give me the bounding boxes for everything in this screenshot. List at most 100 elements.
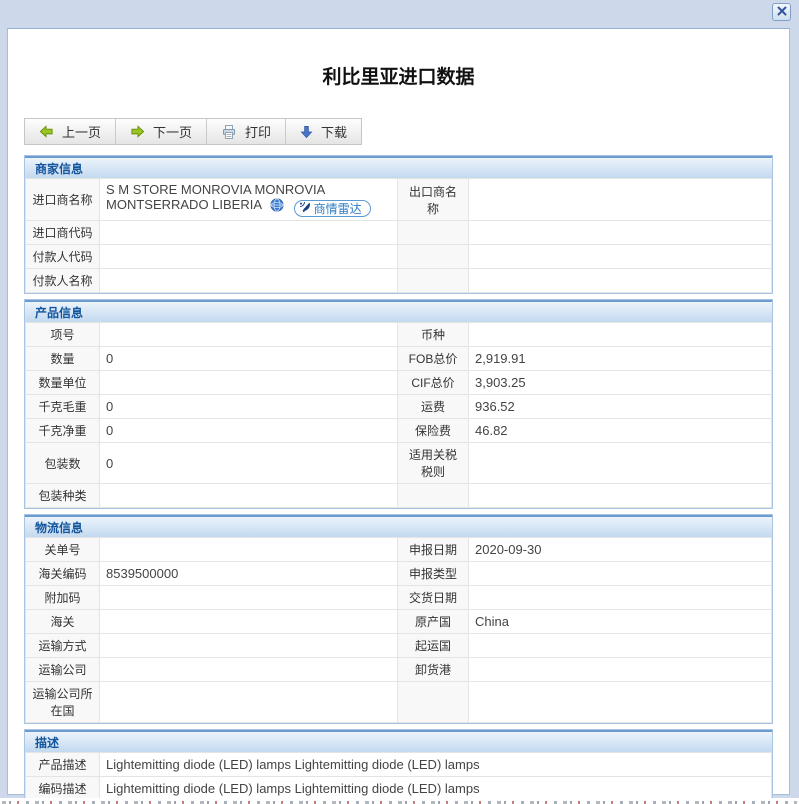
green-left-arrow-icon: [39, 124, 54, 139]
field-value: 0: [99, 394, 398, 419]
table-row: 进口商代码: [25, 220, 772, 245]
field-label: 起运国: [397, 633, 469, 658]
field-label: [397, 220, 469, 245]
toolbar: 上一页 下一页 打印 下载: [24, 118, 363, 145]
description-section-title: 描述: [35, 736, 60, 750]
field-value: [468, 633, 772, 658]
prev-page-button[interactable]: 上一页: [25, 119, 117, 144]
section-logistics: 物流信息 关单号 申报日期 2020-09-30 海关编码 8539500000…: [24, 514, 773, 724]
field-value: Lightemitting diode (LED) lamps Lightemi…: [99, 776, 772, 801]
importer-name-cell: S M STORE MONROVIA MONROVIA MONTSERRADO …: [99, 178, 398, 221]
radar-badge[interactable]: 商情雷达: [293, 200, 371, 217]
field-label: 运输公司所在国: [25, 681, 100, 723]
field-label: 付款人代码: [25, 244, 100, 269]
product-section-title: 产品信息: [35, 306, 84, 320]
blue-down-arrow-icon: [300, 125, 313, 139]
table-row: 产品描述 Lightemitting diode (LED) lamps Lig…: [25, 752, 772, 777]
field-value: 0: [99, 418, 398, 443]
field-label: 进口商代码: [25, 220, 100, 245]
field-label: 出口商名称: [397, 178, 469, 221]
importer-name: S M STORE MONROVIA MONROVIA MONTSERRADO …: [106, 182, 325, 212]
table-row: 数量单位 CIF总价 3,903.25: [25, 370, 772, 395]
next-page-button[interactable]: 下一页: [116, 119, 208, 144]
table-row: 千克毛重 0 运费 936.52: [25, 394, 772, 419]
field-label: 海关: [25, 609, 100, 634]
table-row: 海关 原产国 China: [25, 609, 772, 634]
radar-badge-label: 商情雷达: [313, 202, 362, 216]
merchant-section-header: 商家信息: [25, 156, 772, 178]
prev-page-label: 上一页: [62, 125, 102, 140]
table-row: 付款人代码: [25, 244, 772, 269]
description-section-header: 描述: [25, 730, 772, 752]
field-value: [99, 322, 398, 347]
field-label: [397, 681, 469, 723]
field-label: 包装数: [25, 442, 100, 484]
table-row: 数量 0 FOB总价 2,919.91: [25, 346, 772, 371]
field-value: [468, 561, 772, 586]
field-value: [99, 244, 398, 269]
print-button[interactable]: 打印: [207, 119, 287, 144]
field-label: 运输公司: [25, 657, 100, 682]
field-label: 卸货港: [397, 657, 469, 682]
field-value: [99, 609, 398, 634]
field-label: 适用关税税则: [397, 442, 469, 484]
field-value: [99, 370, 398, 395]
section-product: 产品信息 项号 币种 数量 0 FOB总价 2,919.91 数量单位 CIF总…: [24, 299, 773, 509]
field-label: 运输方式: [25, 633, 100, 658]
field-value: [99, 220, 398, 245]
radar-dish-icon: [299, 201, 311, 216]
table-row: 项号 币种: [25, 322, 772, 347]
field-label: 币种: [397, 322, 469, 347]
field-label: 数量单位: [25, 370, 100, 395]
field-label: [397, 268, 469, 293]
field-value: [468, 244, 772, 269]
globe-icon[interactable]: [270, 198, 284, 215]
table-row: 进口商名称 S M STORE MONROVIA MONROVIA MONTSE…: [25, 178, 772, 221]
field-value: 936.52: [468, 394, 772, 419]
field-label: 千克净重: [25, 418, 100, 443]
dialog-content: 商家信息 进口商名称 S M STORE MONROVIA MONROVIA M…: [24, 155, 773, 802]
table-row: 运输公司 卸货港: [25, 657, 772, 682]
merchant-section-title: 商家信息: [35, 162, 84, 176]
field-value: [468, 585, 772, 610]
product-section-header: 产品信息: [25, 300, 772, 322]
logistics-section-header: 物流信息: [25, 515, 772, 537]
field-label: [397, 244, 469, 269]
field-value: [99, 537, 398, 562]
field-value: [99, 633, 398, 658]
table-row: 包装数 0 适用关税税则: [25, 442, 772, 484]
field-label: 原产国: [397, 609, 469, 634]
table-row: 附加码 交货日期: [25, 585, 772, 610]
field-label: 包装种类: [25, 483, 100, 508]
field-value: [99, 483, 398, 508]
field-label: 运费: [397, 394, 469, 419]
field-value: 3,903.25: [468, 370, 772, 395]
next-page-label: 下一页: [153, 125, 193, 140]
product-table: 项号 币种 数量 0 FOB总价 2,919.91 数量单位 CIF总价 3,9…: [25, 322, 772, 508]
logistics-table: 关单号 申报日期 2020-09-30 海关编码 8539500000 申报类型…: [25, 537, 772, 723]
field-label: 产品描述: [25, 752, 100, 777]
field-label: 关单号: [25, 537, 100, 562]
field-value: [468, 483, 772, 508]
field-value: 8539500000: [99, 561, 398, 586]
field-value: 2020-09-30: [468, 537, 772, 562]
description-table: 产品描述 Lightemitting diode (LED) lamps Lig…: [25, 752, 772, 801]
field-value: [468, 268, 772, 293]
close-button[interactable]: [772, 3, 791, 21]
field-label: 海关编码: [25, 561, 100, 586]
field-label: 编码描述: [25, 776, 100, 801]
field-value: [99, 585, 398, 610]
field-label: 付款人名称: [25, 268, 100, 293]
field-value: [468, 442, 772, 484]
field-value: 0: [99, 442, 398, 484]
field-label: 申报日期: [397, 537, 469, 562]
background-page-sliver: [0, 798, 799, 804]
print-label: 打印: [245, 125, 272, 140]
page-title: 利比里亚进口数据: [322, 67, 475, 88]
table-row: 运输方式 起运国: [25, 633, 772, 658]
field-label: 进口商名称: [25, 178, 100, 221]
download-button[interactable]: 下载: [286, 119, 361, 144]
printer-icon: [221, 124, 237, 140]
field-value: Lightemitting diode (LED) lamps Lightemi…: [99, 752, 772, 777]
logistics-section-title: 物流信息: [35, 521, 84, 535]
